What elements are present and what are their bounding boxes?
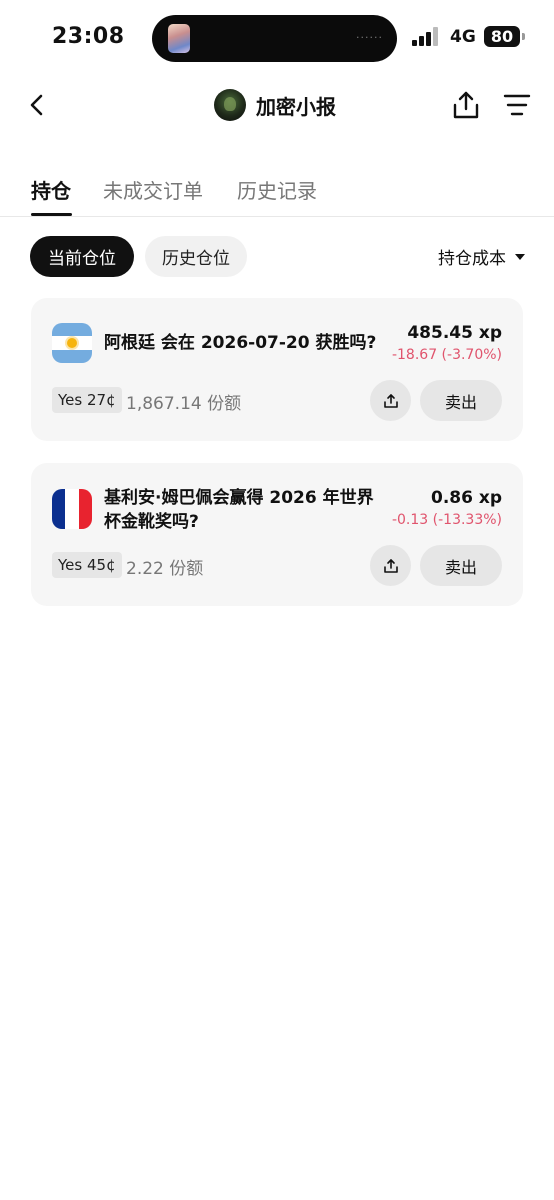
share-position-button[interactable] bbox=[370, 380, 411, 421]
market-title: 基利安·姆巴佩会赢得 2026 年世界 杯金靴奖吗? bbox=[104, 486, 374, 534]
share-icon bbox=[383, 558, 398, 573]
tab-bar: 持仓 未成交订单 历史记录 bbox=[0, 170, 554, 217]
share-button[interactable] bbox=[452, 90, 480, 120]
market-title-line-1: 基利安·姆巴佩会赢得 2026 年世界 bbox=[104, 488, 374, 508]
position-change: -0.13 (-13.33%) bbox=[391, 512, 502, 528]
battery-cap bbox=[522, 33, 525, 40]
position-change: -18.67 (-3.70%) bbox=[391, 347, 502, 363]
network-type: 4G bbox=[450, 27, 476, 47]
position-value: 0.86 xp bbox=[431, 488, 502, 508]
history-positions-pill[interactable]: 历史仓位 bbox=[145, 236, 247, 277]
sell-button[interactable]: 卖出 bbox=[420, 380, 502, 421]
sun-of-may-icon bbox=[67, 338, 77, 348]
sort-dropdown[interactable]: 持仓成本 bbox=[438, 244, 525, 269]
filter-button[interactable] bbox=[503, 92, 531, 118]
france-flag-icon bbox=[52, 489, 92, 529]
avatar bbox=[214, 89, 246, 121]
cellular-signal-icon bbox=[412, 27, 440, 46]
share-count: 2.22 份额 bbox=[126, 559, 204, 579]
market-title-line-2: 杯金靴奖吗? bbox=[104, 512, 199, 532]
position-value: 485.45 xp bbox=[407, 323, 502, 343]
caret-down-icon bbox=[515, 253, 525, 260]
page-title-group: 加密小报 bbox=[214, 88, 336, 122]
tab-positions[interactable]: 持仓 bbox=[31, 175, 71, 204]
share-count: 1,867.14 份额 bbox=[126, 394, 242, 414]
position-card[interactable]: 基利安·姆巴佩会赢得 2026 年世界 杯金靴奖吗? 0.86 xp -0.13… bbox=[31, 463, 523, 606]
position-card[interactable]: 阿根廷 会在 2026-07-20 获胜吗? 485.45 xp -18.67 … bbox=[31, 298, 523, 441]
outcome-badge: Yes 45¢ bbox=[52, 552, 122, 578]
status-bar: 23:08 ...... 4G 80 bbox=[0, 0, 554, 76]
island-dots: ...... bbox=[356, 28, 383, 41]
current-positions-pill[interactable]: 当前仓位 bbox=[30, 236, 134, 277]
market-title: 阿根廷 会在 2026-07-20 获胜吗? bbox=[104, 333, 377, 353]
page-title: 加密小报 bbox=[256, 94, 336, 119]
tab-open-orders[interactable]: 未成交订单 bbox=[103, 175, 203, 204]
share-position-button[interactable] bbox=[370, 545, 411, 586]
filter-lines-icon bbox=[503, 94, 531, 116]
back-button[interactable] bbox=[22, 90, 52, 120]
share-icon bbox=[383, 393, 398, 408]
sort-label: 持仓成本 bbox=[438, 249, 506, 269]
app-header: 加密小报 bbox=[0, 78, 554, 132]
tab-history[interactable]: 历史记录 bbox=[237, 175, 317, 204]
battery-icon: 80 bbox=[484, 26, 520, 47]
share-icon bbox=[453, 91, 479, 119]
dynamic-island: ...... bbox=[152, 15, 397, 62]
chevron-left-icon bbox=[30, 94, 43, 116]
argentina-flag-icon bbox=[52, 323, 92, 363]
outcome-badge: Yes 27¢ bbox=[52, 387, 122, 413]
now-playing-thumbnail bbox=[168, 24, 190, 53]
sell-button[interactable]: 卖出 bbox=[420, 545, 502, 586]
active-tab-indicator bbox=[31, 213, 72, 216]
status-time: 23:08 bbox=[52, 24, 125, 49]
